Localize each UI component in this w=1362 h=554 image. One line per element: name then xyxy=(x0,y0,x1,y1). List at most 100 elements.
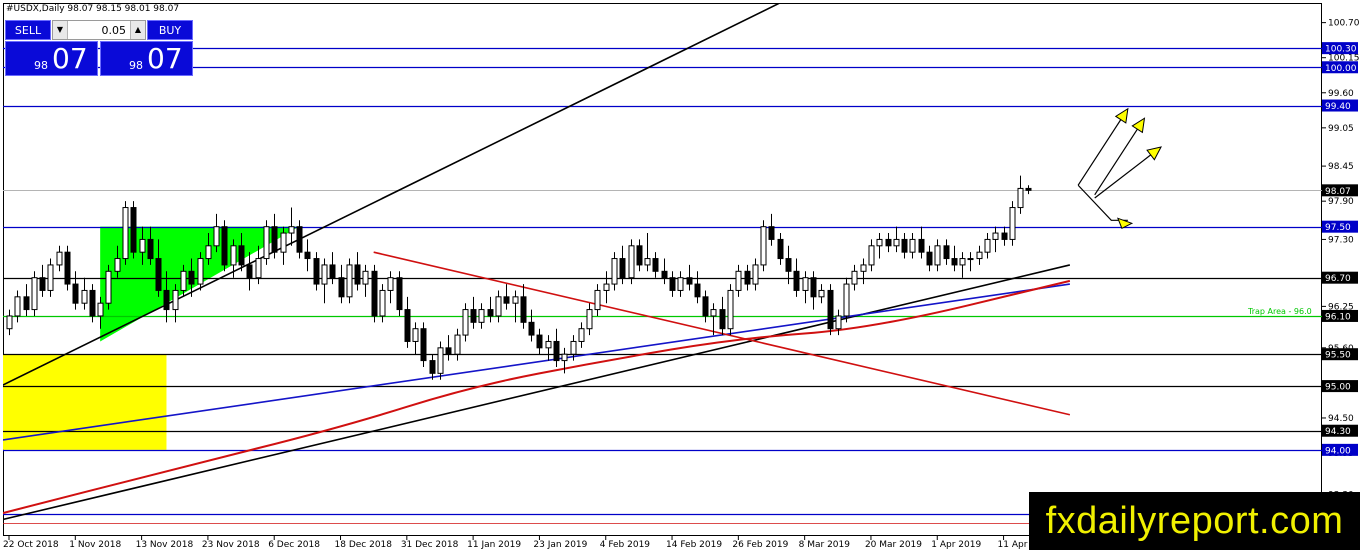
x-tick-label: 6 Dec 2018 xyxy=(268,540,320,550)
price-level-tag-text: 95.50 xyxy=(1325,351,1351,361)
candle xyxy=(31,271,38,316)
candle-body xyxy=(362,270,369,285)
candle-body xyxy=(901,238,908,253)
y-tick-label: 94.50 xyxy=(1328,414,1354,424)
time-axis: 22 Oct 2018 1 Nov 2018 13 Nov 2018 23 Nov 2… xyxy=(3,536,1053,550)
candle-body xyxy=(628,245,635,279)
x-tick-label: 31 Dec 2018 xyxy=(401,540,459,550)
candle-body xyxy=(354,264,361,285)
candle-body xyxy=(578,328,585,342)
lot-increase-icon[interactable]: ▲ xyxy=(130,21,145,39)
sell-button[interactable]: SELL xyxy=(5,20,51,40)
candle-body xyxy=(6,315,13,330)
candle xyxy=(105,264,112,310)
candle-body xyxy=(97,302,104,317)
candle-body xyxy=(246,264,253,279)
x-tick-label: 14 Feb 2019 xyxy=(666,540,722,550)
candle-body xyxy=(611,258,618,285)
candle-body xyxy=(404,309,411,342)
buy-button[interactable]: BUY xyxy=(147,20,193,40)
candle-body xyxy=(271,226,278,253)
y-tick-label: 99.05 xyxy=(1328,124,1354,134)
candle-body xyxy=(992,232,999,240)
candle xyxy=(221,220,228,272)
candle-body xyxy=(553,340,560,362)
x-tick-label: 23 Jan 2019 xyxy=(533,540,587,550)
candle-body xyxy=(545,340,552,349)
candle-body xyxy=(1017,187,1024,209)
candle-body xyxy=(72,283,79,304)
candle-body xyxy=(744,270,751,285)
y-tick-label: 98.45 xyxy=(1328,162,1354,172)
buy-quote-small: 98 xyxy=(129,59,143,72)
candle-body xyxy=(702,296,709,317)
price-level-tag: 95.00 xyxy=(1322,380,1358,393)
candle-body xyxy=(520,296,527,323)
price-chart[interactable]: Trap Area - 96.0100.70100.1599.6099.0598… xyxy=(0,0,1362,554)
price-axis: 100.70100.1599.6099.0598.4597.9097.3096.… xyxy=(1322,19,1360,532)
price-level-tag-text: 100.00 xyxy=(1325,64,1357,74)
buy-quote-big: 07 xyxy=(147,42,183,75)
candle-body xyxy=(686,277,693,285)
candle-body xyxy=(462,309,469,336)
candle-body xyxy=(785,258,792,272)
candle-body xyxy=(23,296,30,311)
candle-body xyxy=(304,251,311,260)
candle-body xyxy=(536,334,543,349)
x-tick-label: 8 Mar 2019 xyxy=(799,540,851,550)
candle xyxy=(396,271,403,316)
price-level-tag: 96.70 xyxy=(1322,271,1358,284)
lot-decrease-icon[interactable]: ▼ xyxy=(53,21,68,39)
candle-body xyxy=(105,270,112,304)
price-level-tag-text: 94.00 xyxy=(1325,446,1351,456)
lot-size-input[interactable] xyxy=(68,22,130,38)
candle-body xyxy=(238,245,245,266)
candle-body xyxy=(827,289,834,330)
y-tick-label: 97.90 xyxy=(1328,197,1354,207)
candle-body xyxy=(81,289,88,304)
candle-body xyxy=(205,245,212,260)
candle-body xyxy=(155,258,162,291)
candle-body xyxy=(31,277,38,311)
candle-body xyxy=(603,283,610,291)
candle-body xyxy=(802,277,809,291)
x-tick-label: 11 Jan 2019 xyxy=(467,540,521,550)
sell-quote[interactable]: 98 07 xyxy=(5,41,98,76)
candle xyxy=(760,220,767,272)
candle-body xyxy=(56,251,63,266)
price-level-tag-text: 94.30 xyxy=(1325,427,1351,437)
y-tick-label: 99.60 xyxy=(1328,89,1354,99)
candle-body xyxy=(437,347,444,374)
candle-body xyxy=(39,277,46,291)
x-tick-label: 23 Nov 2018 xyxy=(202,540,260,550)
candle xyxy=(843,277,850,323)
chart-title: #USDX,Daily 98.07 98.15 98.01 98.07 xyxy=(6,4,180,14)
candle xyxy=(64,245,71,291)
candle-body xyxy=(321,264,328,285)
sell-quote-big: 07 xyxy=(52,42,88,75)
candle-body xyxy=(818,289,825,298)
candle-body xyxy=(263,226,270,260)
candle xyxy=(371,264,378,323)
candle-body xyxy=(495,296,502,317)
candle-body xyxy=(934,245,941,266)
candle-body xyxy=(122,207,129,260)
candle-body xyxy=(379,289,386,317)
candle-body xyxy=(752,264,759,285)
candle-body xyxy=(661,270,668,279)
price-level-tag-text: 95.00 xyxy=(1325,383,1351,393)
candle-body xyxy=(719,309,726,330)
candle-body xyxy=(951,258,958,266)
candle-body xyxy=(429,360,436,374)
buy-quote[interactable]: 98 07 xyxy=(100,41,193,76)
price-level-tag-text: 97.50 xyxy=(1325,223,1351,233)
candle xyxy=(727,284,734,336)
current-price-tag-text: 98.07 xyxy=(1325,187,1351,197)
price-level-tag: 99.40 xyxy=(1322,99,1358,112)
candle-body xyxy=(454,334,461,355)
candle-body xyxy=(89,289,96,317)
price-level-tag: 95.50 xyxy=(1322,348,1358,361)
candle-body xyxy=(470,309,477,323)
candle-body xyxy=(130,207,137,253)
candle-body xyxy=(619,258,626,279)
